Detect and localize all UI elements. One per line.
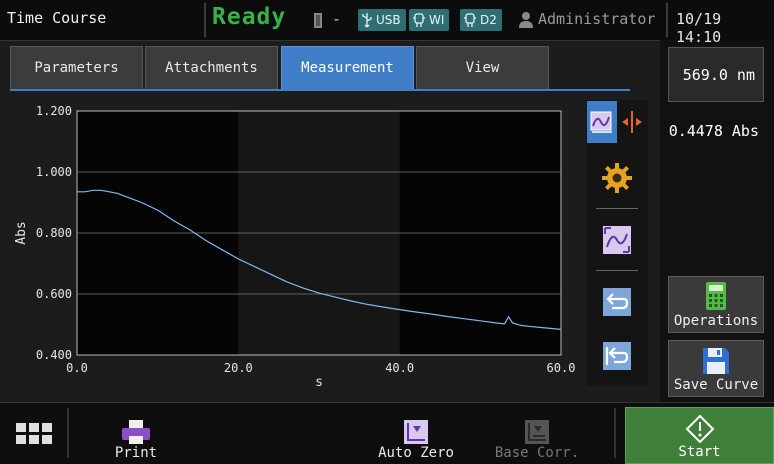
y-tick-label: 1.200 [36, 104, 72, 118]
lamp-indicator-icon [314, 13, 322, 28]
y-tick-label: 0.400 [36, 348, 72, 362]
y-axis-label: Abs [14, 221, 29, 244]
base-corr-label: Base Corr. [494, 445, 580, 461]
print-label: Print [114, 445, 158, 461]
wi-label: WI [429, 13, 445, 27]
date-time: 10/19 14:10 [676, 10, 722, 46]
print-button[interactable]: Print [100, 404, 172, 464]
usb-icon [362, 13, 372, 28]
tab-parameters[interactable]: Parameters [10, 46, 143, 90]
header-divider [204, 3, 206, 37]
cursor-button[interactable] [617, 101, 647, 143]
trace-select-button[interactable] [587, 101, 617, 143]
start-button[interactable]: Start [625, 407, 774, 464]
absorbance-readout: 0.4478 Abs [668, 122, 759, 140]
gear-icon [602, 163, 632, 193]
auto-zero-icon [404, 420, 428, 444]
usb-label: USB [376, 13, 401, 27]
user-icon [519, 12, 533, 28]
user-name: Administrator [538, 10, 656, 28]
status-text: Ready [212, 4, 287, 30]
y-tick-label: 0.800 [36, 226, 72, 240]
tab-attachments[interactable]: Attachments [145, 46, 278, 90]
tab-underline [10, 89, 630, 91]
lamp-status: - [332, 10, 342, 28]
y-tick-label: 0.600 [36, 287, 72, 301]
wavelength-readout[interactable]: 569.0 nm [668, 47, 764, 102]
x-tick-label: 40.0 [385, 361, 414, 375]
x-axis-label: s [315, 375, 323, 390]
app-title: Time Course [7, 9, 107, 27]
toolbar-divider [596, 270, 638, 271]
header-divider [666, 3, 668, 37]
time-course-chart[interactable]: 0.400 0.600 0.800 1.000 1.200 0.0 20.0 40.0 60.0… [0, 96, 586, 396]
undo-all-icon [603, 342, 631, 370]
toolbar-divider [596, 208, 638, 209]
auto-scale-button[interactable] [596, 220, 638, 260]
grid-menu-icon [16, 423, 52, 444]
d2-lamp-chip: D2 [460, 9, 502, 31]
operations-label: Operations [673, 313, 759, 329]
bottom-divider [614, 408, 616, 458]
base-corr-button[interactable]: Base Corr. [494, 404, 580, 464]
lamp-icon [413, 13, 425, 27]
save-curve-label: Save Curve [673, 377, 759, 393]
trace-select-icon [590, 111, 612, 133]
bottom-divider [67, 408, 69, 458]
x-tick-label: 0.0 [66, 361, 88, 375]
baseline-correction-icon [525, 420, 549, 444]
start-label: Start [678, 444, 721, 460]
x-tick-label: 60.0 [547, 361, 576, 375]
usb-status-chip: USB [358, 9, 406, 31]
auto-zero-button[interactable]: Auto Zero [374, 404, 458, 464]
undo-all-button[interactable] [596, 336, 638, 376]
calculator-icon [706, 282, 726, 310]
menu-button[interactable] [10, 404, 58, 464]
start-diamond-icon [685, 414, 714, 444]
tab-view[interactable]: View [416, 46, 549, 90]
settings-button[interactable] [596, 158, 638, 198]
save-curve-button[interactable]: Save Curve [668, 340, 764, 397]
x-tick-label: 20.0 [224, 361, 253, 375]
cursor-icon [622, 111, 642, 133]
y-tick-label: 1.000 [36, 165, 72, 179]
status-header: Time Course Ready - USB WI D2 Administra… [0, 0, 774, 46]
printer-icon [122, 420, 150, 444]
tab-measurement[interactable]: Measurement [281, 46, 414, 90]
undo-button[interactable] [596, 282, 638, 322]
undo-icon [603, 288, 631, 316]
wavelength-value: 569.0 nm [682, 65, 755, 84]
auto-zero-label: Auto Zero [378, 445, 454, 461]
d2-label: D2 [480, 13, 497, 27]
wi-lamp-chip: WI [409, 9, 450, 31]
floppy-disk-icon [703, 348, 729, 374]
auto-scale-icon [603, 226, 631, 254]
operations-button[interactable]: Operations [668, 276, 764, 333]
lamp-icon [464, 13, 476, 27]
